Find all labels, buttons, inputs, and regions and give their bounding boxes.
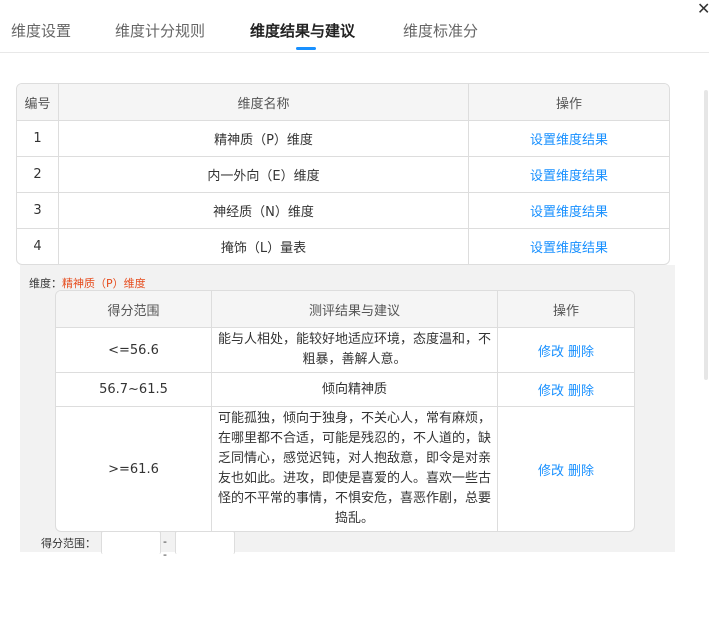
dimension-name: 内一外向（E）维度	[58, 157, 468, 193]
delete-link[interactable]: 删除	[568, 384, 594, 399]
dimension-name: 神经质（N）维度	[58, 193, 468, 229]
row-number: 4	[33, 239, 42, 254]
result-advice-table: 得分范围 测评结果与建议 操作 <=56.6 能与人相处，能较好地适应环境，态度…	[55, 290, 635, 532]
row-actions: 修改 删除	[497, 328, 634, 373]
score-range: >=61.6	[108, 461, 159, 477]
set-dimension-result-link[interactable]: 设置维度结果	[530, 169, 608, 184]
close-icon[interactable]: ✕	[697, 0, 709, 18]
range-separator: --	[163, 535, 167, 561]
tab-dimension-standard-score[interactable]: 维度标准分	[403, 20, 478, 41]
edit-link[interactable]: 修改	[538, 345, 564, 360]
edit-link[interactable]: 修改	[538, 384, 564, 399]
set-dimension-result-link[interactable]: 设置维度结果	[530, 205, 608, 220]
table-header-row: 编号 维度名称 操作	[17, 84, 669, 121]
column-header-action: 操作	[468, 84, 669, 121]
table-row: 4 掩饰（L）量表 设置维度结果	[17, 229, 669, 264]
selected-dimension-name: 精神质（P）维度	[62, 277, 146, 290]
delete-link[interactable]: 删除	[568, 345, 594, 360]
row-number: 1	[17, 121, 58, 157]
tab-dimension-results-advice[interactable]: 维度结果与建议	[250, 20, 355, 41]
score-range: 56.7~61.5	[56, 373, 211, 407]
table-row: 2 内一外向（E）维度 设置维度结果	[17, 157, 669, 193]
table-row: <=56.6 能与人相处，能较好地适应环境，态度温和，不粗暴，善解人意。 修改删…	[56, 328, 634, 373]
table-row: 3 神经质（N）维度 设置维度结果	[17, 193, 669, 229]
active-tab-indicator	[296, 47, 316, 50]
dimension-name: 掩饰（L）量表	[58, 229, 468, 264]
table-row: 56.7~61.5 倾向精神质 修改 删除	[56, 373, 634, 407]
column-header-no: 编号	[17, 84, 58, 121]
dimension-table: 编号 维度名称 操作 1 精神质（P）维度 设置维度结果 2 内一外向（E）维度…	[16, 83, 670, 265]
row-number: 2	[17, 157, 58, 193]
column-header-name: 维度名称	[58, 84, 468, 121]
dimension-label: 维度：精神质（P）维度	[29, 275, 146, 291]
column-header-score-range: 得分范围	[56, 291, 211, 328]
result-advice-text: 能与人相处，能较好地适应环境，态度温和，不粗暴，善解人意。	[211, 328, 497, 373]
set-dimension-result-link[interactable]: 设置维度结果	[530, 241, 608, 256]
dimension-label-text: 维度：	[29, 277, 62, 290]
table-header-row: 得分范围 测评结果与建议 操作	[56, 291, 634, 328]
column-header-result-advice: 测评结果与建议	[211, 291, 497, 328]
tab-dimension-scoring-rules[interactable]: 维度计分规则	[115, 20, 205, 41]
tab-bar: 维度设置 维度计分规则 维度结果与建议 维度标准分	[0, 0, 709, 53]
dimension-result-panel: 维度：精神质（P）维度 得分范围 测评结果与建议 操作 <=56.6 能与人相处…	[20, 265, 675, 561]
score-range: <=56.6	[56, 328, 211, 373]
table-row: >=61.6 可能孤独，倾向于独身，不关心人，常有麻烦，在哪里都不合适，可能是残…	[56, 407, 634, 531]
column-header-action: 操作	[497, 291, 634, 328]
score-range-label: 得分范围：	[41, 537, 96, 550]
score-range-min-input[interactable]	[101, 531, 161, 554]
dimension-name: 精神质（P）维度	[58, 121, 468, 157]
table-row: 1 精神质（P）维度 设置维度结果	[17, 121, 669, 157]
result-advice-text: 倾向精神质	[211, 373, 497, 407]
row-actions: 修改 删除	[497, 373, 634, 407]
edit-link[interactable]: 修改	[538, 464, 564, 479]
row-number: 3	[17, 193, 58, 229]
set-dimension-result-link[interactable]: 设置维度结果	[530, 133, 608, 148]
scrollbar[interactable]	[704, 90, 708, 380]
score-range-max-input[interactable]	[175, 531, 235, 554]
row-actions: 修改 删除	[497, 407, 634, 531]
result-advice-text: 可能孤独，倾向于独身，不关心人，常有麻烦，在哪里都不合适，可能是残忍的，不人道的…	[211, 407, 497, 531]
delete-link[interactable]: 删除	[568, 464, 594, 479]
tab-dimension-settings[interactable]: 维度设置	[11, 20, 71, 41]
